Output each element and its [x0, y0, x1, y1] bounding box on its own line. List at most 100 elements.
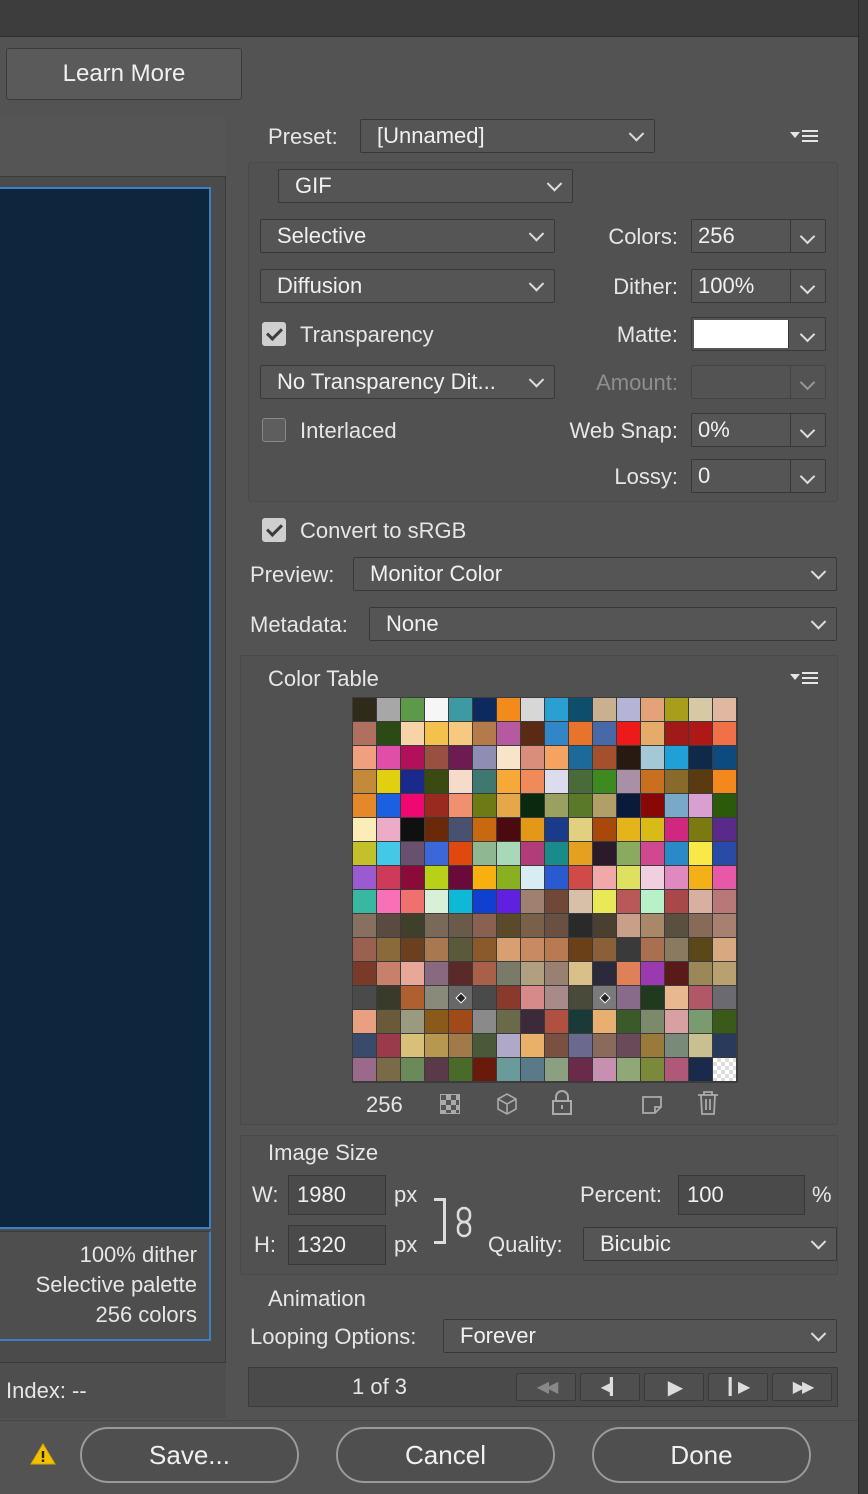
- color-swatch[interactable]: [401, 890, 425, 914]
- color-swatch[interactable]: [521, 722, 545, 746]
- color-swatch[interactable]: [593, 866, 617, 890]
- preset-menu-icon[interactable]: [790, 128, 818, 146]
- color-swatch[interactable]: [617, 698, 641, 722]
- color-swatch[interactable]: [497, 794, 521, 818]
- color-swatch[interactable]: [617, 770, 641, 794]
- chevron-down-icon[interactable]: [791, 318, 825, 350]
- color-swatch[interactable]: [401, 962, 425, 986]
- color-swatch[interactable]: [593, 938, 617, 962]
- color-swatch[interactable]: [353, 914, 377, 938]
- color-swatch[interactable]: [593, 698, 617, 722]
- transparency-checkbox[interactable]: [262, 322, 286, 346]
- trash-icon[interactable]: [696, 1090, 720, 1116]
- color-swatch[interactable]: [569, 746, 593, 770]
- color-swatch[interactable]: [377, 962, 401, 986]
- color-swatch[interactable]: [449, 962, 473, 986]
- color-swatch[interactable]: [665, 938, 689, 962]
- color-swatch[interactable]: [353, 770, 377, 794]
- color-swatch[interactable]: [545, 986, 569, 1010]
- color-swatch[interactable]: [713, 842, 737, 866]
- color-swatch[interactable]: [353, 746, 377, 770]
- color-swatch[interactable]: [593, 1034, 617, 1058]
- color-swatch[interactable]: [641, 842, 665, 866]
- color-swatch[interactable]: [569, 962, 593, 986]
- color-swatch[interactable]: [425, 962, 449, 986]
- color-swatch[interactable]: [497, 770, 521, 794]
- color-swatch[interactable]: [401, 938, 425, 962]
- color-swatch[interactable]: [569, 914, 593, 938]
- color-swatch[interactable]: [545, 962, 569, 986]
- color-swatch[interactable]: [353, 866, 377, 890]
- color-swatch[interactable]: [713, 890, 737, 914]
- color-swatch[interactable]: [617, 722, 641, 746]
- color-swatch[interactable]: [713, 794, 737, 818]
- color-swatch[interactable]: [641, 1034, 665, 1058]
- color-swatch[interactable]: [521, 746, 545, 770]
- color-swatch[interactable]: [377, 1034, 401, 1058]
- color-swatch[interactable]: [401, 818, 425, 842]
- matte-color-swatch[interactable]: [694, 320, 789, 348]
- color-swatch[interactable]: [497, 722, 521, 746]
- color-swatch[interactable]: [425, 866, 449, 890]
- color-swatch[interactable]: [377, 818, 401, 842]
- color-swatch[interactable]: [401, 914, 425, 938]
- color-swatch[interactable]: [545, 938, 569, 962]
- color-swatch[interactable]: [377, 770, 401, 794]
- color-swatch[interactable]: [569, 1034, 593, 1058]
- color-swatch[interactable]: [425, 986, 449, 1010]
- color-swatch[interactable]: [473, 890, 497, 914]
- color-swatch[interactable]: [689, 866, 713, 890]
- percent-input[interactable]: 100: [678, 1175, 805, 1215]
- color-swatch[interactable]: [401, 770, 425, 794]
- color-swatch[interactable]: [545, 770, 569, 794]
- color-swatch[interactable]: [425, 722, 449, 746]
- color-swatch[interactable]: [497, 890, 521, 914]
- color-swatch[interactable]: [617, 914, 641, 938]
- transparency-dither-dropdown[interactable]: No Transparency Dit...: [260, 365, 555, 399]
- color-swatch[interactable]: [353, 818, 377, 842]
- color-swatch[interactable]: [449, 746, 473, 770]
- color-swatch[interactable]: [473, 698, 497, 722]
- dither-combo[interactable]: 100%: [691, 269, 826, 303]
- web-shift-icon[interactable]: [440, 1094, 460, 1114]
- color-swatch[interactable]: [425, 842, 449, 866]
- color-swatch[interactable]: [545, 794, 569, 818]
- color-swatch[interactable]: [377, 722, 401, 746]
- color-swatch[interactable]: [593, 842, 617, 866]
- color-swatch[interactable]: [497, 746, 521, 770]
- color-swatch[interactable]: [401, 1058, 425, 1082]
- cancel-button[interactable]: Cancel: [336, 1427, 555, 1483]
- color-swatch[interactable]: [377, 890, 401, 914]
- color-swatch[interactable]: [425, 794, 449, 818]
- color-swatch[interactable]: [473, 1034, 497, 1058]
- format-dropdown[interactable]: GIF: [278, 169, 573, 203]
- lossy-combo[interactable]: 0: [691, 459, 826, 493]
- color-swatch[interactable]: [377, 866, 401, 890]
- color-swatch[interactable]: [521, 938, 545, 962]
- learn-more-button[interactable]: Learn More: [6, 48, 242, 100]
- color-swatch[interactable]: [521, 986, 545, 1010]
- convert-srgb-checkbox[interactable]: [262, 518, 286, 542]
- quality-dropdown[interactable]: Bicubic: [583, 1227, 837, 1261]
- color-swatch[interactable]: [449, 914, 473, 938]
- color-swatch[interactable]: [713, 914, 737, 938]
- color-swatch[interactable]: [665, 818, 689, 842]
- color-swatch[interactable]: [473, 914, 497, 938]
- color-swatch[interactable]: [425, 746, 449, 770]
- color-swatch[interactable]: [521, 890, 545, 914]
- color-swatch[interactable]: [713, 986, 737, 1010]
- color-swatch[interactable]: [641, 914, 665, 938]
- color-swatch[interactable]: [521, 914, 545, 938]
- color-swatch[interactable]: [449, 770, 473, 794]
- color-swatch[interactable]: [449, 986, 473, 1010]
- color-swatch[interactable]: [521, 818, 545, 842]
- color-swatch[interactable]: [449, 698, 473, 722]
- color-swatch[interactable]: [545, 722, 569, 746]
- color-swatch[interactable]: [425, 770, 449, 794]
- chevron-down-icon[interactable]: [791, 460, 825, 492]
- color-swatch[interactable]: [353, 938, 377, 962]
- color-swatch[interactable]: [377, 914, 401, 938]
- color-swatch[interactable]: [641, 866, 665, 890]
- color-swatch[interactable]: [521, 962, 545, 986]
- height-input[interactable]: 1320: [288, 1225, 386, 1265]
